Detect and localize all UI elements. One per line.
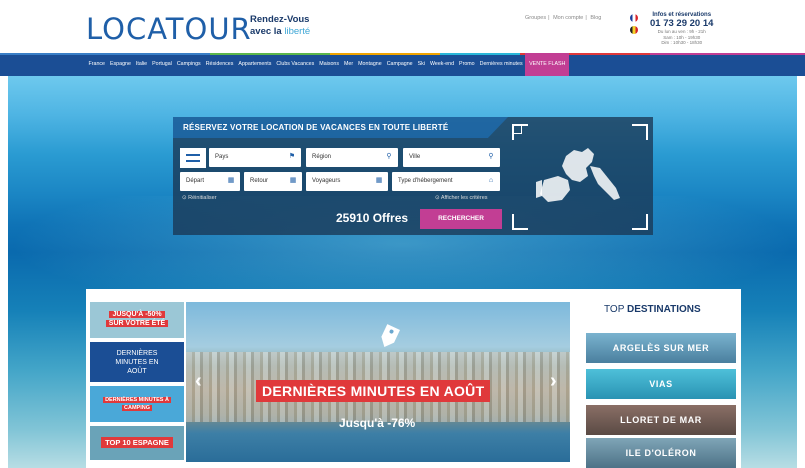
- tagline-prefix: avec la: [250, 26, 282, 37]
- europe-map-icon[interactable]: [508, 118, 652, 234]
- promo-text: DERNIÈRES MINUTES EN AOÛT: [90, 349, 184, 376]
- swap-arrow-icon: [186, 160, 200, 162]
- heading-bold: DESTINATIONS: [626, 304, 701, 315]
- nav-item-dernieres-minutes[interactable]: Dernières minutes: [477, 53, 525, 76]
- main-nav: France Espagne Italie Portugal Campings …: [0, 53, 805, 76]
- nav-item-portugal[interactable]: Portugal: [150, 53, 175, 76]
- swap-button[interactable]: [180, 148, 206, 168]
- nav-item-france[interactable]: France: [86, 53, 108, 76]
- nav-item-maisons[interactable]: Maisons: [317, 53, 342, 76]
- promo-text: JUSQU'À -50% SUR VOTRE ÉTÉ: [90, 310, 184, 328]
- map-frame: [508, 118, 652, 234]
- country-label: Pays: [215, 154, 229, 160]
- belgium-flag-icon[interactable]: [630, 26, 638, 34]
- promo-top-10-espagne[interactable]: TOP 10 ESPAGNE: [90, 426, 184, 460]
- nav-item-vente-flash[interactable]: VENTE FLASH: [525, 53, 570, 76]
- calendar-icon: ▦: [227, 177, 235, 184]
- city-pin-icon: ⚲: [488, 153, 494, 160]
- nav-item-clubs-vacances[interactable]: Clubs Vacances: [274, 53, 317, 76]
- strip-segment: [650, 53, 805, 55]
- city-label: Ville: [409, 154, 421, 160]
- nav-item-italie[interactable]: Italie: [133, 53, 149, 76]
- link-groupes[interactable]: Groupes: [525, 15, 546, 21]
- nav-item-montagne[interactable]: Montagne: [356, 53, 385, 76]
- promo-3-line-1: DERNIÈRES MINUTES À: [103, 397, 171, 403]
- criteria-label: Afficher les critères: [440, 195, 488, 201]
- top-destinations-heading: TOP DESTINATIONS: [604, 304, 701, 315]
- destination-vias[interactable]: VIAS: [586, 369, 736, 399]
- top-links: Groupes | Mon compte | Blog: [525, 15, 602, 21]
- contact-info: Infos et réservations 01 73 29 20 14 Du …: [650, 12, 713, 46]
- city-select[interactable]: Ville ⚲: [403, 148, 500, 167]
- france-flag-icon[interactable]: [630, 14, 638, 22]
- search-title: RÉSERVEZ VOTRE LOCATION DE VACANCES EN T…: [183, 123, 449, 132]
- nav-item-appartements[interactable]: Appartements: [236, 53, 274, 76]
- destination-ile-d-oleron[interactable]: ILE D'OLÉRON: [586, 438, 736, 468]
- country-flags: [630, 14, 640, 38]
- return-label: Retour: [250, 178, 269, 184]
- link-blog[interactable]: Blog: [590, 15, 601, 21]
- pin-icon: ⚲: [386, 153, 392, 160]
- nav-item-campagne[interactable]: Campagne: [384, 53, 415, 76]
- nav-item-mer[interactable]: Mer: [342, 53, 356, 76]
- phone-number[interactable]: 01 73 29 20 14: [650, 18, 713, 29]
- return-date-field[interactable]: Retour ▦: [244, 172, 302, 191]
- tagline-line-1: Rendez-Vous: [250, 14, 310, 25]
- country-select[interactable]: Pays ⚑: [209, 148, 301, 167]
- tagline-accent: liberté: [284, 26, 311, 37]
- promo-1-line-1: JUSQU'À -50%: [109, 311, 165, 318]
- departure-date-field[interactable]: Départ ▦: [180, 172, 240, 191]
- flag-icon: ⚑: [288, 153, 296, 160]
- carousel-next-arrow-icon[interactable]: ›: [550, 370, 557, 393]
- nav-item-week-end[interactable]: Week-end: [427, 53, 456, 76]
- region-label: Région: [312, 154, 332, 160]
- promo-dernieres-minutes-aout[interactable]: DERNIÈRES MINUTES EN AOÛT: [90, 342, 184, 382]
- nav-item-ski[interactable]: Ski: [415, 53, 427, 76]
- promo-text: TOP 10 ESPAGNE: [90, 437, 184, 448]
- tagline: Rendez-Vous avec la liberté: [250, 14, 310, 38]
- promo-4-label: TOP 10 ESPAGNE: [101, 437, 173, 448]
- reset-link[interactable]: ⊙ Réinitialiser: [182, 195, 217, 201]
- nav-item-espagne[interactable]: Espagne: [108, 53, 134, 76]
- link-mon-compte[interactable]: Mon compte: [553, 15, 583, 21]
- search-button[interactable]: RECHERCHER: [420, 209, 502, 229]
- accommodation-type-select[interactable]: Type d'hébergement ⌂: [392, 172, 500, 191]
- show-criteria-link[interactable]: ⊙ Afficher les critères: [435, 195, 488, 201]
- accommodation-label: Type d'hébergement: [398, 178, 453, 184]
- promo-2-line-2: MINUTES EN: [115, 359, 159, 366]
- tagline-line-2: avec la liberté: [250, 26, 310, 38]
- destination-argeles-sur-mer[interactable]: ARGELÈS SUR MER: [586, 333, 736, 363]
- home-icon: ⌂: [488, 177, 494, 184]
- promo-text: DERNIÈRES MINUTES À CAMPING: [90, 396, 184, 412]
- nav-item-residences[interactable]: Résidences: [203, 53, 236, 76]
- travelers-label: Voyageurs: [312, 178, 341, 184]
- promo-jusqua-50[interactable]: JUSQU'À -50% SUR VOTRE ÉTÉ: [90, 302, 184, 338]
- offers-count: 25910 Offres: [336, 211, 409, 225]
- price-tag-icon: [381, 324, 400, 347]
- heading-light: TOP: [604, 304, 625, 315]
- region-select[interactable]: Région ⚲: [306, 148, 398, 167]
- nav-item-promo[interactable]: Promo: [457, 53, 478, 76]
- promo-1-line-2: SUR VOTRE ÉTÉ: [105, 320, 169, 327]
- carousel-prev-arrow-icon[interactable]: ‹: [195, 370, 202, 393]
- destination-lloret-de-mar[interactable]: LLORET DE MAR: [586, 405, 736, 435]
- swap-arrow-icon: [186, 154, 200, 156]
- travelers-icon: ▦: [375, 177, 383, 184]
- travelers-select[interactable]: Voyageurs ▦: [306, 172, 388, 191]
- calendar-icon: ▦: [289, 177, 297, 184]
- promo-dernieres-minutes-camping[interactable]: DERNIÈRES MINUTES À CAMPING: [90, 386, 184, 422]
- departure-label: Départ: [186, 178, 205, 184]
- hours-sunday: Dim : 10h30 - 18h30: [661, 40, 703, 45]
- promo-2-line-1: DERNIÈRES: [116, 350, 158, 357]
- locatour-logo[interactable]: LOCATOUR: [86, 12, 252, 46]
- hours-weekdays: Du lun au ven : 9h - 21h: [657, 29, 706, 34]
- promo-3-line-2: CAMPING: [122, 405, 152, 411]
- nav-items: France Espagne Italie Portugal Campings …: [86, 53, 570, 76]
- site-header: LOCATOUR Rendez-Vous avec la liberté Gro…: [0, 0, 805, 53]
- promo-2-line-3: AOÛT: [127, 368, 147, 375]
- carousel-title: DERNIÈRES MINUTES EN AOÛT: [256, 380, 491, 402]
- nav-item-campings[interactable]: Campings: [174, 53, 203, 76]
- reset-label: Réinitialiser: [188, 195, 217, 201]
- carousel-subtitle: Jusqu'à -76%: [339, 416, 416, 430]
